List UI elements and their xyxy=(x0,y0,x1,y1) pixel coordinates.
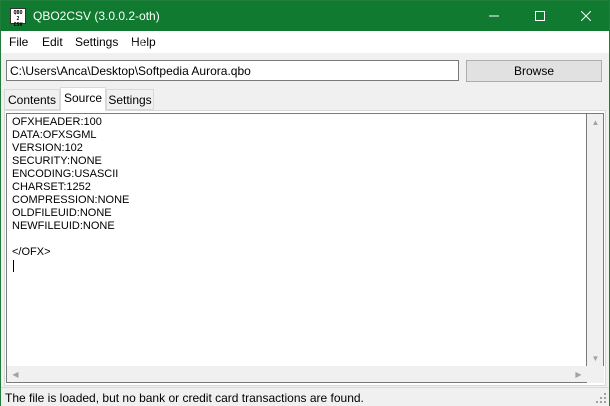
file-path-input[interactable] xyxy=(6,60,459,81)
source-line: CHARSET:1252 xyxy=(12,181,91,193)
tab-settings[interactable]: Settings xyxy=(106,89,154,110)
horizontal-scrollbar[interactable]: ◀ ▶ xyxy=(6,366,587,383)
scroll-up-icon[interactable]: ▲ xyxy=(587,114,604,131)
menu-bar: File Edit Settings Help xyxy=(1,31,609,53)
menu-settings[interactable]: Settings xyxy=(75,35,118,49)
vertical-scrollbar[interactable]: ▲ ▼ xyxy=(587,113,604,367)
resize-grip-icon[interactable] xyxy=(595,392,607,404)
source-line: SECURITY:NONE xyxy=(12,155,102,167)
source-line: NEWFILEUID:NONE xyxy=(12,220,115,232)
close-button[interactable] xyxy=(563,1,609,31)
menu-edit[interactable]: Edit xyxy=(42,35,63,49)
minimize-button[interactable] xyxy=(471,1,517,31)
source-text-area[interactable]: OFXHEADER:100 DATA:OFXSGML VERSION:102 S… xyxy=(6,113,587,367)
app-window: QBO 2 CSV QBO2CSV (3.0.0.2-oth) File Edit … xyxy=(0,0,610,406)
source-line: OFXHEADER:100 xyxy=(12,116,102,128)
maximize-icon xyxy=(535,11,545,21)
status-message: The file is loaded, but no bank or credi… xyxy=(5,391,364,405)
status-bar: The file is loaded, but no bank or credi… xyxy=(1,387,609,406)
scroll-down-icon[interactable]: ▼ xyxy=(587,350,604,367)
scroll-left-icon[interactable]: ◀ xyxy=(7,366,24,383)
source-line: ENCODING:USASCII xyxy=(12,168,119,180)
text-caret xyxy=(13,260,14,272)
menu-file[interactable]: File xyxy=(9,35,28,49)
window-title: QBO2CSV (3.0.0.2-oth) xyxy=(33,9,160,23)
tab-contents[interactable]: Contents xyxy=(4,89,60,110)
source-line: VERSION:102 xyxy=(12,142,83,154)
tab-source[interactable]: Source xyxy=(60,87,106,111)
maximize-button[interactable] xyxy=(517,1,563,31)
browse-button[interactable]: Browse xyxy=(466,60,602,82)
source-line: DATA:OFXSGML xyxy=(12,129,97,141)
close-icon xyxy=(581,11,591,21)
title-bar[interactable]: QBO 2 CSV QBO2CSV (3.0.0.2-oth) xyxy=(1,1,609,31)
source-line: OLDFILEUID:NONE xyxy=(12,207,112,219)
menu-help[interactable]: Help xyxy=(131,35,156,49)
minimize-icon xyxy=(489,15,499,17)
scrollbar-corner xyxy=(587,366,604,383)
scroll-right-icon[interactable]: ▶ xyxy=(570,366,587,383)
source-line: COMPRESSION:NONE xyxy=(12,194,130,206)
app-logo-icon: QBO 2 CSV xyxy=(10,8,26,28)
source-line: </OFX> xyxy=(12,246,51,258)
